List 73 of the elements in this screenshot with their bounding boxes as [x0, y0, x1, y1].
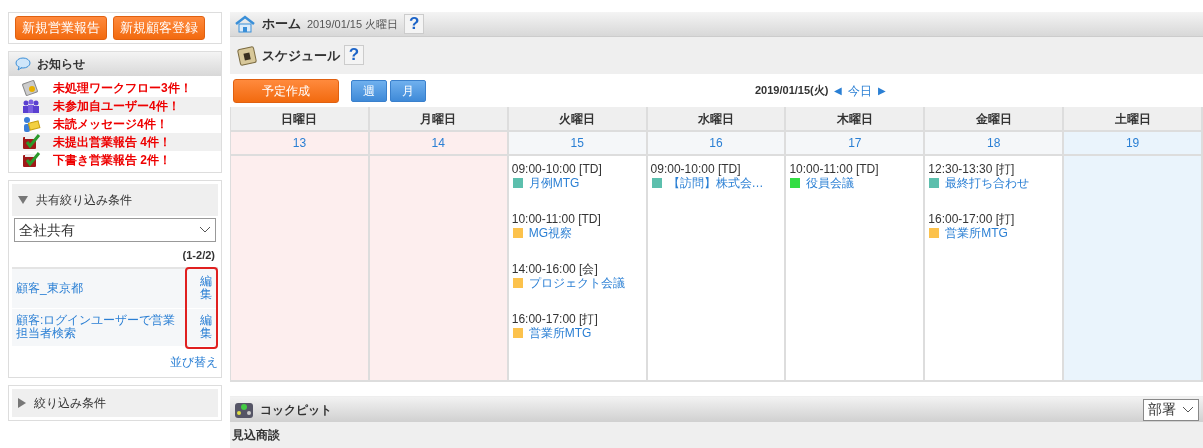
- current-date: 2019/01/15(火): [755, 83, 829, 99]
- edit-link[interactable]: 編集: [200, 313, 212, 341]
- edit-link[interactable]: 編集: [200, 274, 212, 302]
- day-header: 金曜日: [925, 107, 1065, 133]
- event-time: 14:00-16:00 [会]: [511, 262, 599, 277]
- chevron-down-icon: [1182, 405, 1194, 414]
- day-header: 水曜日: [647, 107, 787, 133]
- create-event-button[interactable]: 予定作成: [233, 78, 339, 103]
- notice-link[interactable]: 未読メッセージ4件！: [53, 115, 168, 133]
- date-link[interactable]: 19: [1125, 134, 1140, 153]
- subsection-title: 見込商談: [230, 422, 1203, 448]
- select-value: 全社共有: [19, 220, 75, 240]
- select-value: 部署: [1148, 400, 1176, 420]
- event-time: 16:00-17:00 [打]: [511, 312, 599, 327]
- event-time: 10:00-11:00 [TD]: [511, 212, 602, 227]
- home-icon: [234, 14, 256, 33]
- filter-link[interactable]: 顧客_東京都: [16, 281, 83, 295]
- date-link[interactable]: 15: [570, 134, 584, 153]
- event-time: 09:00-10:00 [TD]: [511, 162, 603, 177]
- day-header: 木曜日: [786, 107, 926, 133]
- sort-link[interactable]: 並び替え: [170, 354, 218, 369]
- scope-select[interactable]: 全社共有: [14, 218, 216, 242]
- panel-title: 絞り込み条件: [34, 394, 106, 412]
- day-header: 火曜日: [508, 107, 648, 133]
- previous-button[interactable]: ◀: [834, 83, 843, 99]
- notice-link[interactable]: 下書き営業報告 2件！: [53, 151, 171, 169]
- dashboard-icon: [234, 400, 254, 419]
- notice-link[interactable]: 未処理ワークフロー3件！: [53, 79, 192, 97]
- new-record-button[interactable]: 新規営業報告: [15, 16, 107, 40]
- event-link[interactable]: プロジェクト会議: [528, 276, 625, 291]
- event-link[interactable]: 最終打ち合わせ: [945, 176, 1030, 191]
- date-link[interactable]: 16: [709, 134, 723, 153]
- new-record-button[interactable]: 新規顧客登録: [113, 16, 205, 40]
- calendar-icon: [236, 44, 258, 67]
- person-envelope-icon: [21, 116, 41, 132]
- department-select[interactable]: 部署: [1143, 398, 1199, 421]
- today-link[interactable]: 今日: [848, 81, 873, 100]
- event-time: 12:30-13:30 [打]: [928, 162, 1016, 177]
- count-label: (1-2/2): [181, 248, 216, 263]
- panel-header[interactable]: 絞り込み条件: [12, 388, 218, 417]
- date-link[interactable]: 17: [848, 134, 862, 153]
- date-link[interactable]: 14: [431, 134, 445, 153]
- event-link[interactable]: MG視察: [528, 226, 573, 241]
- view-button[interactable]: 週: [351, 79, 387, 102]
- page-title: ホーム: [262, 15, 301, 34]
- event-link[interactable]: 営業所MTG: [528, 326, 592, 341]
- date-link[interactable]: 18: [987, 134, 1001, 153]
- day-header: 土曜日: [1064, 107, 1203, 133]
- day-header: 日曜日: [231, 107, 370, 133]
- help-button[interactable]: ?: [344, 45, 364, 66]
- event-link[interactable]: 【訪問】株式会…: [667, 176, 764, 191]
- section-title: スケジュール: [262, 46, 340, 65]
- chevron-down-icon: [199, 226, 211, 234]
- event-time: 10:00-11:00 [TD]: [789, 162, 880, 177]
- users-icon: [21, 98, 41, 114]
- event-link[interactable]: 役員会議: [806, 176, 855, 191]
- help-button[interactable]: ?: [404, 13, 425, 34]
- event-time: 09:00-10:00 [TD]: [650, 162, 742, 177]
- panel-header[interactable]: 共有絞り込み条件: [12, 184, 218, 216]
- next-button[interactable]: ▶: [878, 83, 887, 99]
- filter-link[interactable]: 顧客:ログインユーザーで営業担当者検索: [16, 314, 186, 340]
- day-header: 月曜日: [369, 107, 509, 133]
- event-time: 16:00-17:00 [打]: [928, 212, 1016, 227]
- date-link[interactable]: 13: [292, 134, 307, 153]
- speech-bubble-icon: [15, 57, 31, 71]
- event-link[interactable]: 営業所MTG: [945, 226, 1008, 241]
- view-button[interactable]: 月: [390, 79, 426, 102]
- panel-title: お知らせ: [37, 56, 85, 73]
- date-label: 2019/01/15 火曜日: [307, 16, 399, 32]
- panel-title: 共有絞り込み条件: [36, 192, 132, 209]
- section-title: コックピット: [260, 401, 332, 419]
- document-icon: [21, 80, 41, 96]
- event-link[interactable]: 月例MTG: [528, 176, 580, 191]
